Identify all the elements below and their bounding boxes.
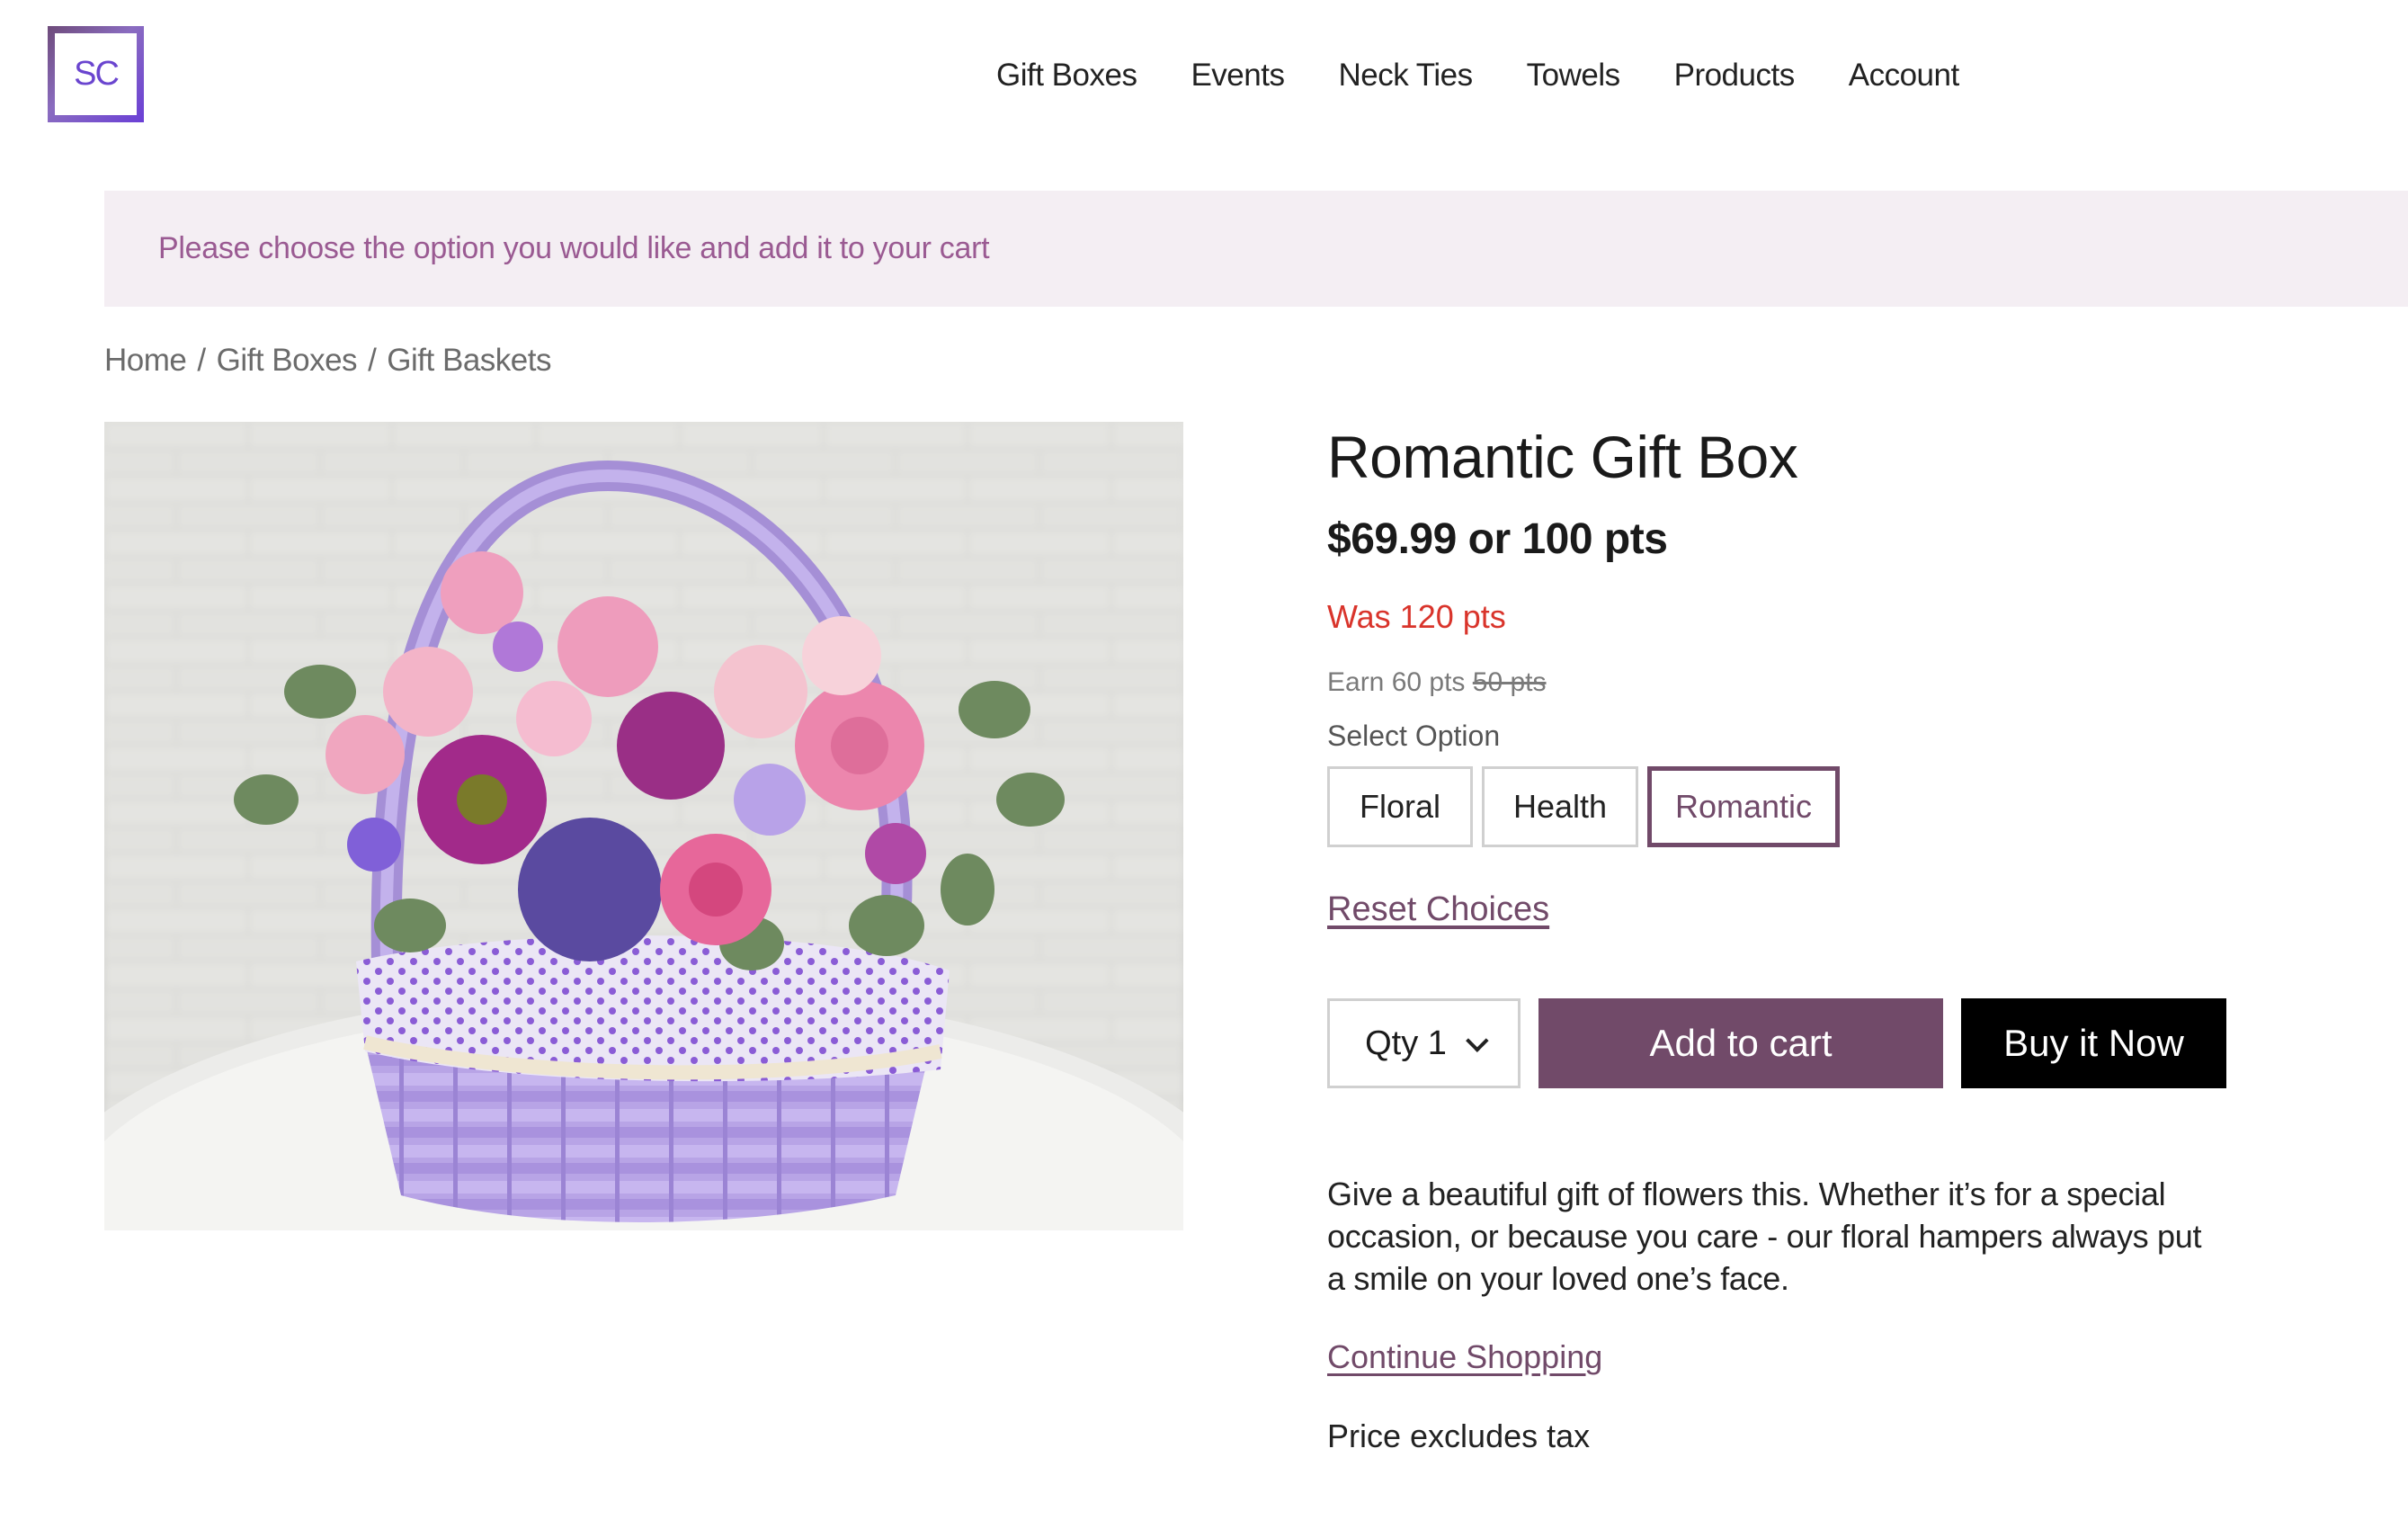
breadcrumb-gift-baskets[interactable]: Gift Baskets	[387, 343, 551, 379]
option-health[interactable]: Health	[1482, 766, 1638, 847]
tax-note: Price excludes tax	[1327, 1417, 1591, 1454]
nav-item-gift-boxes[interactable]: Gift Boxes	[996, 58, 1137, 94]
reset-choices-link[interactable]: Reset Choices	[1327, 890, 1549, 929]
logo-text: SC	[74, 55, 120, 93]
buy-now-button[interactable]: Buy it Now	[1961, 998, 2226, 1088]
continue-shopping-link[interactable]: Continue Shopping	[1327, 1338, 1602, 1376]
nav-item-towels[interactable]: Towels	[1527, 58, 1620, 94]
notice-message: Please choose the option you would like …	[158, 231, 990, 265]
earn-points: Earn 60 pts 50 pts	[1327, 667, 1547, 698]
breadcrumb-separator: /	[368, 343, 377, 378]
option-romantic[interactable]: Romantic	[1647, 766, 1840, 847]
site-logo[interactable]: SC	[48, 26, 144, 122]
quantity-label: Qty 1	[1365, 1024, 1447, 1062]
nav-item-events[interactable]: Events	[1191, 58, 1285, 94]
earn-points-old: 50 pts	[1472, 667, 1547, 697]
nav-item-products[interactable]: Products	[1674, 58, 1796, 94]
product-price: $69.99 or 100 pts	[1327, 515, 1668, 563]
main-nav: Gift Boxes Events Neck Ties Towels Produ…	[996, 49, 1959, 103]
notice-banner: Please choose the option you would like …	[104, 191, 2408, 307]
product-description: Give a beautiful gift of flowers this. W…	[1327, 1176, 2202, 1297]
nav-item-account[interactable]: Account	[1849, 58, 1959, 94]
select-option-label: Select Option	[1327, 720, 1501, 752]
option-floral[interactable]: Floral	[1327, 766, 1473, 847]
flower-basket-illustration	[104, 422, 1183, 1230]
product-title: Romantic Gift Box	[1327, 424, 1798, 490]
earn-points-label: Earn 60 pts	[1327, 667, 1466, 697]
add-to-cart-button[interactable]: Add to cart	[1538, 998, 1943, 1088]
nav-item-neck-ties[interactable]: Neck Ties	[1338, 58, 1473, 94]
breadcrumb-gift-boxes[interactable]: Gift Boxes	[217, 343, 358, 379]
was-price: Was 120 pts	[1327, 598, 1506, 635]
chevron-down-icon	[1466, 1029, 1489, 1052]
quantity-select[interactable]: Qty 1	[1327, 998, 1521, 1088]
breadcrumb: Home / Gift Boxes / Gift Baskets	[104, 343, 551, 379]
breadcrumb-home[interactable]: Home	[104, 343, 187, 379]
product-image[interactable]	[104, 422, 1183, 1230]
breadcrumb-separator: /	[197, 343, 206, 378]
